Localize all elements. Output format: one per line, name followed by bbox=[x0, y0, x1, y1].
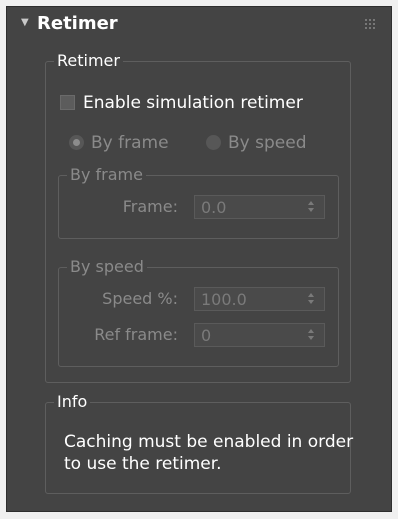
radio-by-speed bbox=[206, 135, 221, 150]
spinner-arrows-icon bbox=[308, 328, 316, 342]
ref-frame-value: 0 bbox=[201, 326, 212, 345]
radio-by-frame-label: By frame bbox=[91, 133, 169, 153]
retimer-rollout-panel: ▼ Retimer Retimer Enable simulation reti… bbox=[6, 6, 392, 512]
info-text: Caching must be enabled in order to use … bbox=[64, 432, 354, 474]
by-speed-group: By speed Speed %: 100.0 Ref frame: 0 bbox=[58, 257, 339, 367]
speed-spinner: 100.0 bbox=[194, 287, 325, 311]
radio-by-frame bbox=[69, 135, 84, 150]
radio-by-speed-label: By speed bbox=[228, 133, 307, 153]
info-group-legend: Info bbox=[54, 392, 91, 412]
by-frame-group-legend: By frame bbox=[67, 165, 146, 185]
rollout-title[interactable]: Retimer bbox=[37, 13, 118, 34]
speed-value: 100.0 bbox=[201, 290, 247, 309]
frame-label: Frame: bbox=[122, 197, 178, 216]
info-group: Info Caching must be enabled in order to… bbox=[45, 392, 354, 494]
speed-label: Speed %: bbox=[102, 289, 178, 308]
retimer-group-legend: Retimer bbox=[54, 51, 123, 71]
enable-retimer-label[interactable]: Enable simulation retimer bbox=[83, 92, 303, 114]
spinner-arrows-icon bbox=[308, 200, 316, 214]
triangle-down-icon[interactable]: ▼ bbox=[21, 17, 29, 28]
retimer-group: Retimer Enable simulation retimer By fra… bbox=[45, 51, 351, 383]
ref-frame-label: Ref frame: bbox=[94, 325, 178, 344]
by-speed-group-legend: By speed bbox=[67, 257, 147, 277]
frame-value: 0.0 bbox=[201, 198, 227, 217]
frame-spinner: 0.0 bbox=[194, 195, 325, 219]
rollout-header[interactable]: ▼ Retimer bbox=[7, 7, 391, 41]
spinner-arrows-icon bbox=[308, 292, 316, 306]
grip-dots-icon[interactable] bbox=[365, 19, 375, 29]
ref-frame-spinner: 0 bbox=[194, 323, 325, 347]
enable-retimer-checkbox[interactable] bbox=[60, 95, 75, 110]
by-frame-group: By frame Frame: 0.0 bbox=[58, 165, 339, 239]
